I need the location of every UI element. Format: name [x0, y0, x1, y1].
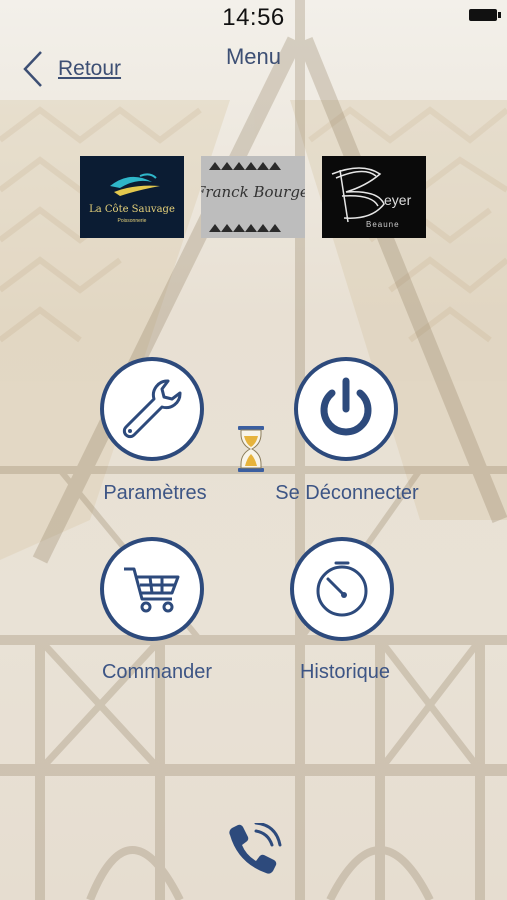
logout-label: Se Déconnecter	[275, 482, 419, 504]
partner-name: Franck Bourgeon	[201, 183, 305, 201]
partner-name: eyer	[384, 192, 412, 208]
fish-logo-icon	[110, 173, 160, 196]
order-label: Commander	[101, 661, 213, 683]
partner-name: La Côte Sauvage	[89, 204, 175, 215]
partner-subtitle: Poissonnerie	[117, 218, 147, 224]
order-button[interactable]	[100, 537, 204, 641]
wrench-icon	[122, 379, 182, 439]
partner-logo-franck-bourgeon[interactable]: Franck Bourgeon	[201, 156, 305, 238]
settings-label: Paramètres	[103, 482, 207, 504]
timer-icon	[316, 561, 368, 617]
history-button[interactable]	[290, 537, 394, 641]
partner-logo-beyer[interactable]: eyer Beaune	[322, 156, 426, 238]
phone-call-icon[interactable]	[222, 823, 282, 883]
history-label: Historique	[299, 661, 391, 683]
hourglass-icon	[238, 426, 264, 472]
power-icon	[320, 377, 372, 436]
battery-icon	[469, 9, 501, 21]
back-button[interactable]: Retour	[22, 50, 121, 88]
back-label: Retour	[58, 57, 122, 80]
logout-button[interactable]	[294, 357, 398, 461]
status-time: 14:56	[222, 4, 285, 31]
partner-logo-cote-sauvage[interactable]: La Côte Sauvage Poissonnerie	[80, 156, 184, 238]
settings-button[interactable]	[100, 357, 204, 461]
cart-icon	[124, 567, 180, 613]
chevron-left-icon	[23, 51, 42, 87]
partner-subtitle: Beaune	[366, 220, 400, 229]
